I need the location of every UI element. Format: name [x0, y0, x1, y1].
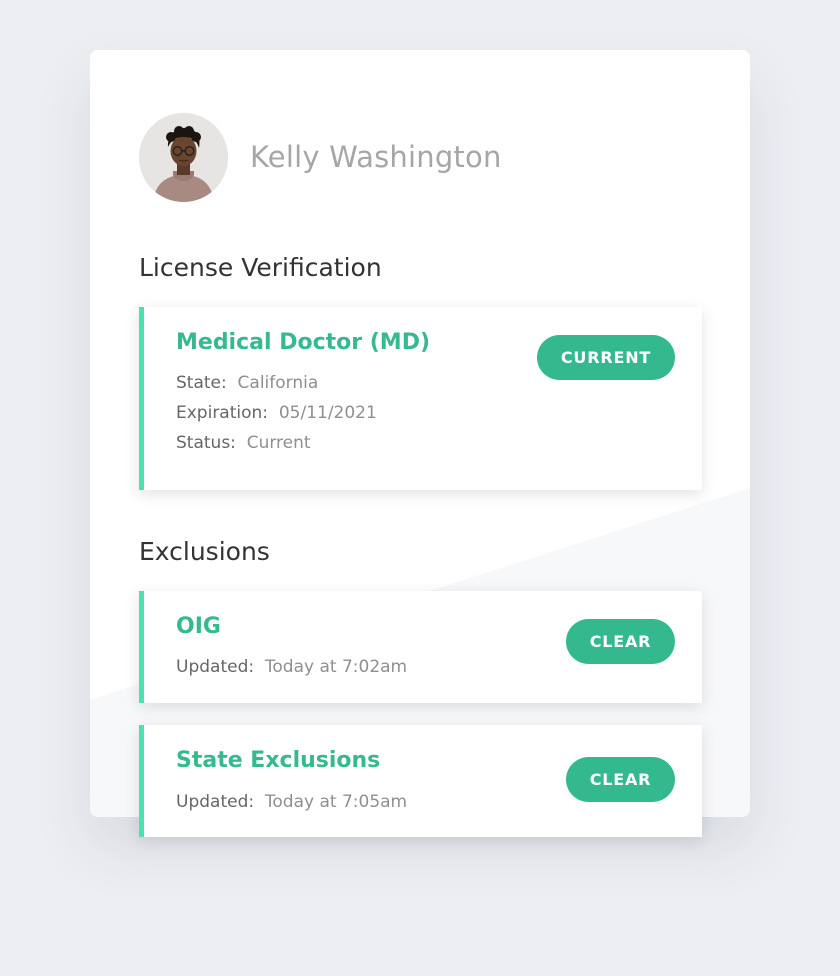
current-status-badge[interactable]: CURRENT [537, 335, 675, 380]
exclusion-updated-row: Updated: Today at 7:02am [176, 657, 407, 677]
exclusion-title: State Exclusions [176, 748, 381, 773]
exclusion-updated-label: Updated: [176, 657, 255, 677]
clear-status-badge[interactable]: CLEAR [566, 757, 675, 802]
license-state-label: State: [176, 373, 227, 393]
profile-header: Kelly Washington [139, 112, 502, 202]
avatar-portrait-image [139, 112, 228, 202]
exclusion-card-state[interactable]: State Exclusions CLEAR Updated: Today at… [139, 725, 702, 837]
license-status-value: Current [246, 433, 311, 453]
avatar [139, 112, 228, 202]
license-verification-heading: License Verification [139, 253, 382, 282]
license-title: Medical Doctor (MD) [176, 330, 431, 355]
exclusion-updated-label: Updated: [176, 792, 255, 812]
license-expiration-label: Expiration: [176, 403, 269, 423]
exclusion-updated-value: Today at 7:02am [264, 657, 408, 677]
clear-status-badge[interactable]: CLEAR [566, 619, 675, 664]
exclusion-title: OIG [176, 614, 221, 639]
exclusions-heading: Exclusions [139, 537, 270, 566]
license-state-value: California [237, 373, 319, 393]
exclusion-card-oig[interactable]: OIG CLEAR Updated: Today at 7:02am [139, 591, 702, 703]
license-state-row: State: California [176, 373, 318, 393]
profile-name: Kelly Washington [250, 140, 502, 174]
license-status-row: Status: Current [176, 433, 311, 453]
exclusion-updated-row: Updated: Today at 7:05am [176, 792, 407, 812]
exclusion-updated-value: Today at 7:05am [264, 792, 408, 812]
license-card-medical-doctor[interactable]: Medical Doctor (MD) CURRENT State: Calif… [139, 307, 702, 490]
license-expiration-row: Expiration: 05/11/2021 [176, 403, 377, 423]
license-expiration-value: 05/11/2021 [278, 403, 377, 423]
license-status-label: Status: [176, 433, 236, 453]
